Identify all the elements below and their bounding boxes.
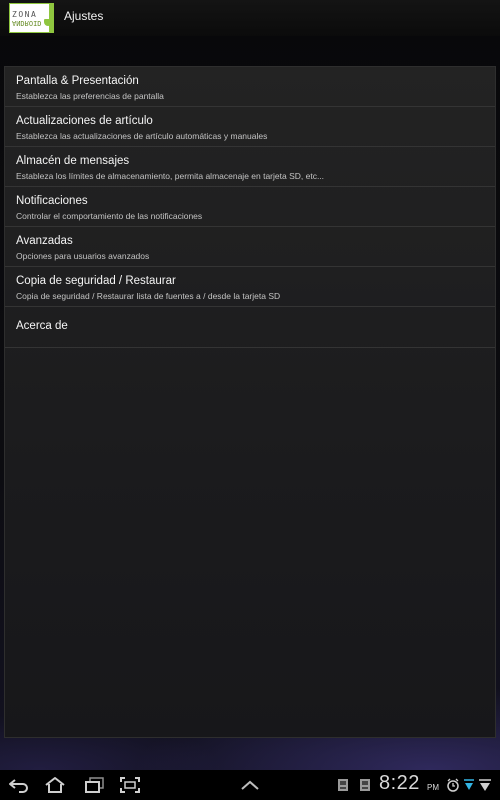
status-clock-ampm: PM: [427, 783, 439, 792]
settings-list: Pantalla & Presentación Establezca las p…: [5, 67, 495, 348]
setting-advanced[interactable]: Avanzadas Opciones para usuarios avanzad…: [5, 227, 495, 267]
screenshot-icon: [120, 777, 140, 793]
setting-summary: Estableza los límites de almacenamiento,…: [16, 171, 325, 181]
system-bar: 8:22 PM: [0, 770, 500, 800]
page-title: Ajustes: [64, 9, 104, 23]
logo-text-bottom: ANDROID: [12, 19, 52, 27]
setting-title: Actualizaciones de artículo: [16, 115, 153, 127]
setting-title: Pantalla & Presentación: [16, 75, 139, 87]
setting-article-updates[interactable]: Actualizaciones de artículo Establezca l…: [5, 107, 495, 147]
notification-app-icon-2[interactable]: [358, 777, 372, 793]
setting-message-storage[interactable]: Almacén de mensajes Estableza los límite…: [5, 147, 495, 187]
logo-text-top: ZONA: [12, 9, 38, 19]
logo-accent-strip: [49, 4, 53, 32]
setting-about[interactable]: Acerca de: [5, 307, 495, 348]
recent-apps-icon: [85, 777, 104, 793]
alarm-icon: [447, 778, 459, 792]
setting-title: Avanzadas: [16, 235, 73, 247]
app-logo-icon[interactable]: ZONA ANDROID: [9, 3, 54, 33]
home-icon: [45, 777, 65, 793]
setting-summary: Establezca las preferencias de pantalla: [16, 91, 164, 101]
settings-panel: Pantalla & Presentación Establezca las p…: [4, 66, 496, 738]
notification-app-icon[interactable]: [336, 777, 350, 793]
home-button[interactable]: [42, 774, 68, 796]
setting-backup-restore[interactable]: Copia de seguridad / Restaurar Copia de …: [5, 267, 495, 307]
setting-summary: Opciones para usuarios avanzados: [16, 251, 150, 261]
back-button[interactable]: [6, 774, 32, 796]
action-bar: ZONA ANDROID Ajustes: [0, 0, 500, 36]
menu-up-button[interactable]: [237, 774, 263, 796]
wifi-icon: [479, 779, 491, 791]
recent-apps-button[interactable]: [81, 774, 107, 796]
setting-title: Almacén de mensajes: [16, 155, 130, 167]
setting-summary: Establezca las actualizaciones de artícu…: [16, 131, 268, 141]
setting-title: Notificaciones: [16, 195, 88, 207]
setting-summary: Controlar el comportamiento de las notif…: [16, 211, 203, 221]
setting-summary: Copia de seguridad / Restaurar lista de …: [16, 291, 281, 301]
status-clock[interactable]: 8:22: [379, 772, 420, 795]
logo-text-bottom-label: ANDROID: [12, 18, 42, 27]
screenshot-button[interactable]: [117, 774, 143, 796]
menu-up-icon: [241, 780, 259, 790]
setting-notifications[interactable]: Notificaciones Controlar el comportamien…: [5, 187, 495, 227]
setting-display[interactable]: Pantalla & Presentación Establezca las p…: [5, 67, 495, 107]
setting-title: Acerca de: [16, 320, 68, 332]
download-icon: [464, 779, 474, 790]
setting-title: Copia de seguridad / Restaurar: [16, 275, 176, 287]
back-icon: [9, 779, 28, 793]
